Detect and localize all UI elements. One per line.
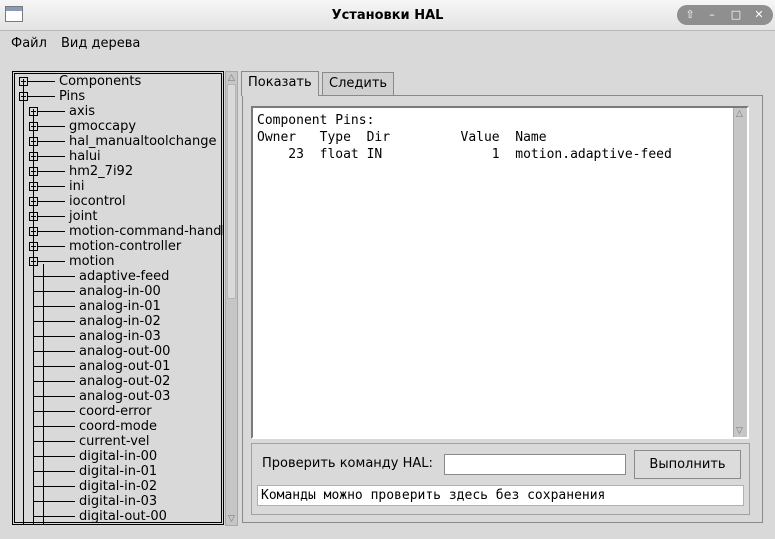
tree-connector-line [38, 111, 65, 112]
tree-connector-line [33, 441, 75, 442]
tree-connector-line [38, 261, 65, 262]
tree-item-label: digital-out-00 [79, 509, 167, 524]
window-controls: ⇧ – □ ✕ [677, 5, 773, 25]
output-text-area[interactable]: Component Pins: Owner Type Dir Value Nam… [251, 106, 749, 439]
tree-connector-line [33, 456, 75, 457]
execute-button[interactable]: Выполнить [634, 450, 741, 479]
tree-item-label: analog-in-00 [79, 284, 161, 299]
tree-item-label: hm2_7i92 [69, 164, 134, 179]
tree-connector-line [33, 396, 75, 397]
up-arrow-icon[interactable]: ⇧ [681, 7, 699, 23]
tree-item-label: motion [69, 254, 115, 269]
tree-connector-line [33, 351, 75, 352]
tree-connector-line [38, 231, 65, 232]
tree-item-label: Pins [59, 89, 86, 104]
tree-item-label: halui [69, 149, 101, 164]
tree-item-label: analog-out-03 [79, 389, 171, 404]
tree-connector-line [33, 291, 75, 292]
tree-item-label: Components [59, 74, 142, 89]
scroll-up-arrow-icon[interactable]: △ [226, 72, 237, 84]
tree-connector-line [38, 246, 65, 247]
tree-item-label: analog-in-01 [79, 299, 161, 314]
tree-connector-line [33, 411, 75, 412]
tree-item-label: digital-in-02 [79, 479, 158, 494]
command-input[interactable] [444, 454, 626, 475]
tree-item-label: motion-command-handler [69, 224, 224, 239]
tree-connector-line [33, 276, 75, 277]
tree-item-label: coord-mode [79, 419, 157, 434]
close-icon[interactable]: ✕ [750, 7, 768, 23]
tree-item-label: analog-out-00 [79, 344, 171, 359]
tree-item-label: current-vel [79, 434, 150, 449]
pin-tree-view[interactable]: Components Pins axis gmoccapy hal_manualtool… [12, 71, 224, 525]
tree-item-label: joint [69, 209, 98, 224]
tree-connector-line [38, 216, 65, 217]
tree-connector-line [28, 81, 55, 82]
tree-connector-line [38, 186, 65, 187]
output-scrollbar[interactable]: △ ▽ [733, 108, 747, 437]
tree-scrollbar[interactable]: △ ▽ [225, 71, 238, 526]
tree-item-label: analog-in-02 [79, 314, 161, 329]
title-bar: Установки HAL ⇧ – □ ✕ [0, 0, 775, 31]
tree-item-label: ini [69, 179, 85, 194]
tree-connector-line [38, 141, 65, 142]
tab-watch[interactable]: Следить [322, 72, 395, 95]
tree-item-label: coord-error [79, 404, 152, 419]
tree-item-label: gmoccapy [69, 119, 137, 134]
tree-connector-line [33, 321, 75, 322]
tree-item-label: axis [69, 104, 96, 119]
command-label: Проверить команду HAL: [262, 456, 433, 471]
tree-connector-line [33, 486, 75, 487]
tree-connector-line [33, 336, 75, 337]
tree-connector-line [33, 471, 75, 472]
minimize-icon[interactable]: – [703, 7, 721, 23]
tree-guide-line [43, 264, 44, 524]
tree-connector-line [33, 501, 75, 502]
scroll-down-arrow-icon[interactable]: ▽ [734, 425, 745, 437]
tree-item-label: analog-out-02 [79, 374, 171, 389]
menu-view-tree[interactable]: Вид дерева [61, 36, 140, 51]
tree-item-label: adaptive-feed [79, 269, 170, 284]
tree-item-label: hal_manualtoolchange [69, 134, 217, 149]
tree-item-label: analog-in-03 [79, 329, 161, 344]
tree-connector-line [38, 126, 65, 127]
tree-scroll-thumb[interactable] [227, 84, 236, 299]
tree-connector-line [33, 366, 75, 367]
tree-item-label: digital-in-03 [79, 494, 158, 509]
command-status-field: Команды можно проверить здесь без сохран… [257, 485, 744, 506]
command-section: Проверить команду HAL: Выполнить Команды… [251, 443, 750, 515]
maximize-icon[interactable]: □ [727, 7, 745, 23]
tree-item-label: digital-in-00 [79, 449, 158, 464]
tab-show[interactable]: Показать [241, 71, 319, 96]
tree-connector-line [33, 426, 75, 427]
tree-connector-line [28, 96, 55, 97]
tree-item-label: digital-in-01 [79, 464, 158, 479]
tree-item-label: iocontrol [69, 194, 126, 209]
tree-guide-line [33, 114, 34, 524]
tree-guide-line [23, 84, 24, 524]
menu-file[interactable]: Файл [11, 36, 47, 51]
tree-connector-line [38, 171, 65, 172]
tree-item-label: motion-controller [69, 239, 182, 254]
scroll-down-arrow-icon[interactable]: ▽ [226, 513, 237, 525]
scroll-up-arrow-icon[interactable]: △ [734, 108, 745, 120]
tree-connector-line [38, 156, 65, 157]
menu-bar: Файл Вид дерева [0, 31, 775, 59]
window-title: Установки HAL [331, 8, 444, 23]
tree-connector-line [33, 381, 75, 382]
tree-connector-line [33, 306, 75, 307]
tree-connector-line [38, 201, 65, 202]
output-text: Component Pins: Owner Type Dir Value Nam… [257, 113, 672, 162]
tree-item-label: analog-out-01 [79, 359, 171, 374]
tree-connector-line [33, 516, 75, 517]
